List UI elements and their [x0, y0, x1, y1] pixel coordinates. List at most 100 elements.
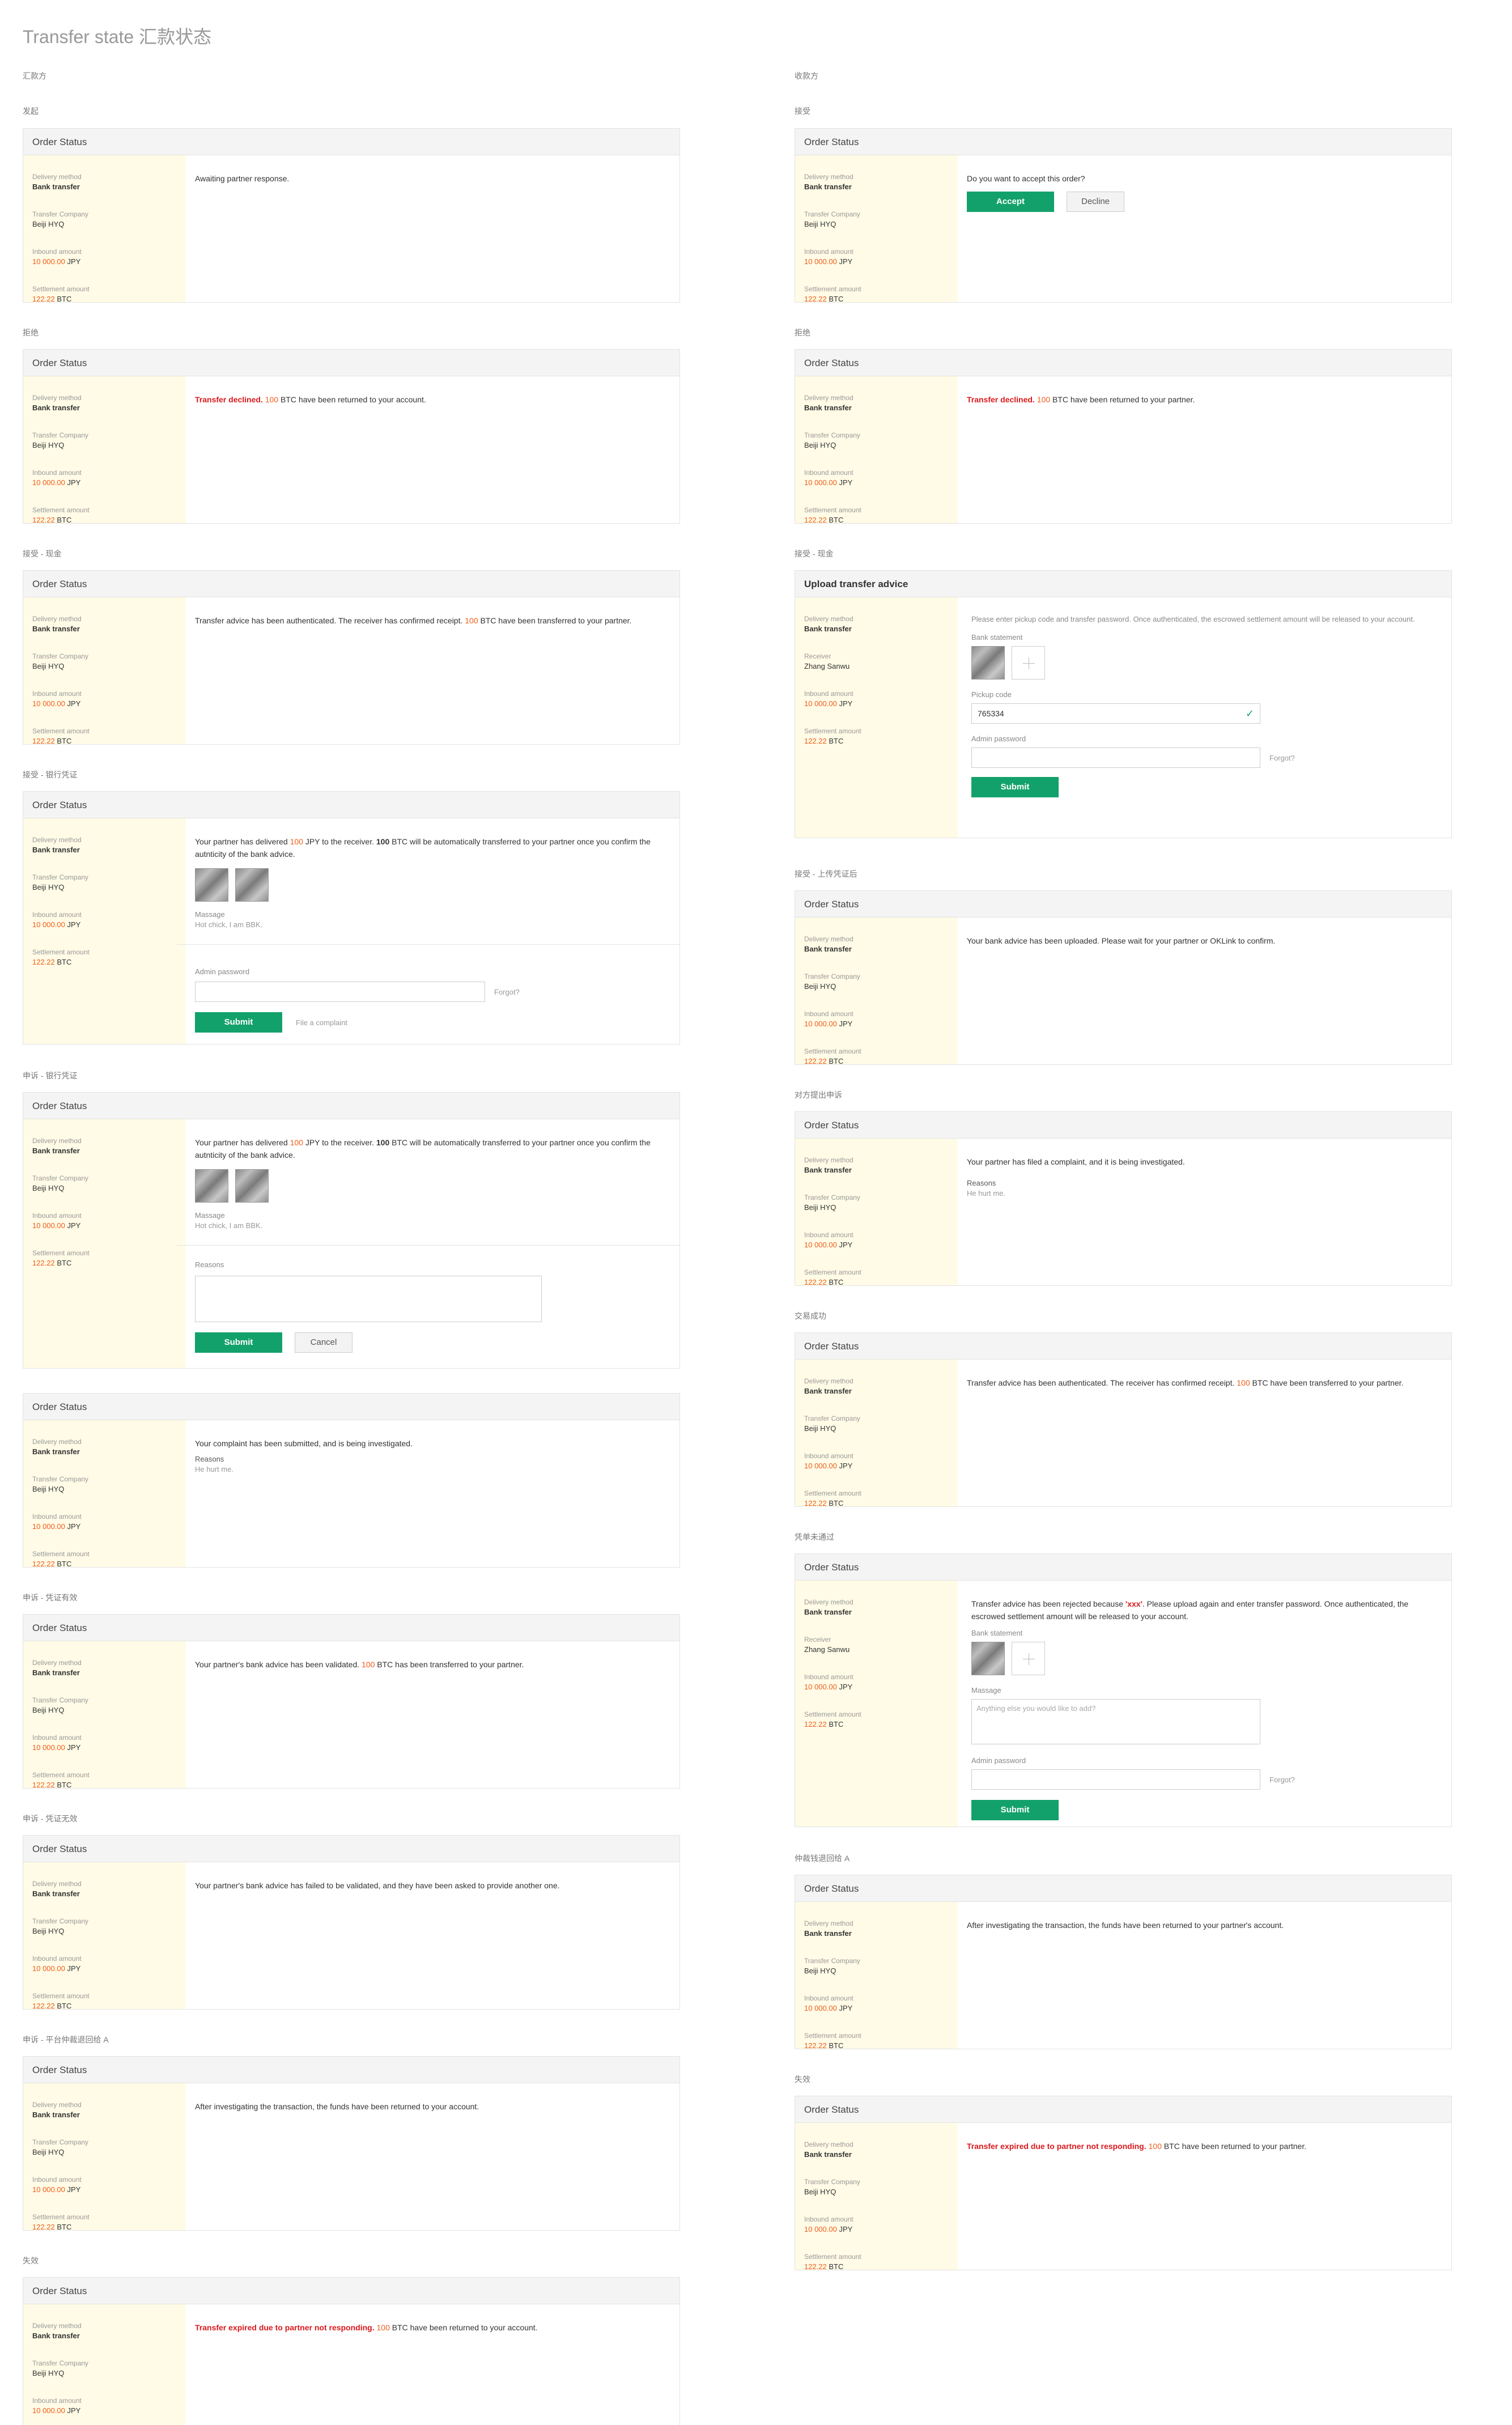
- card-title: Order Status: [23, 2057, 679, 2083]
- inbound-amount-label: Inbound amount: [32, 1955, 82, 1963]
- inbound-amount-label: Inbound amount: [804, 1010, 853, 1018]
- bank-statement-label: Bank statement: [971, 633, 1023, 642]
- inbound-currency: JPY: [839, 478, 853, 487]
- forgot-link[interactable]: Forgot?: [494, 988, 520, 996]
- inbound-amount-value: 10 000.00: [32, 2185, 65, 2194]
- order-summary: Delivery method Bank transfer Transfer Co…: [23, 818, 186, 1044]
- settlement-currency: BTC: [829, 1278, 844, 1286]
- section-label: 拒绝: [795, 328, 810, 337]
- bank-statement-image[interactable]: [971, 1642, 1005, 1675]
- settlement-amount-label: Settlement amount: [804, 1268, 861, 1276]
- order-card: Order Status Delivery method Bank transfe…: [795, 128, 1452, 303]
- order-card: Order Status Delivery method Bank transfe…: [23, 2277, 680, 2425]
- section-label: 申诉 - 银行凭证: [23, 1071, 78, 1080]
- transfer-company-value: Beiji HYQ: [32, 1485, 65, 1493]
- card-title: Order Status: [795, 1554, 1451, 1581]
- card-title: Upload transfer advice: [795, 571, 1451, 597]
- inbound-amount-value: 10 000.00: [804, 478, 837, 487]
- delivery-method-value: Bank transfer: [804, 2150, 852, 2159]
- inbound-amount-value: 10 000.00: [804, 2225, 837, 2233]
- order-summary: Delivery method Bank transfer Transfer Co…: [23, 1119, 186, 1368]
- inbound-amount-value: 10 000.00: [32, 920, 65, 929]
- card-title: Order Status: [23, 350, 679, 376]
- order-card: Order Status Delivery method Bank transfe…: [795, 1332, 1452, 1507]
- section-label: 申诉 - 凭证有效: [23, 1593, 78, 1602]
- order-summary: Delivery method Bank transfer Transfer Co…: [795, 376, 958, 524]
- admin-password-input[interactable]: [195, 982, 485, 1002]
- submit-button[interactable]: Submit: [195, 1332, 282, 1353]
- admin-password-input[interactable]: [971, 1769, 1260, 1790]
- bank-statement-image[interactable]: [971, 646, 1005, 679]
- inbound-amount-value: 10 000.00: [804, 1683, 837, 1691]
- order-card: Order Status Delivery method Bank transfe…: [23, 1835, 680, 2010]
- bank-advice-image[interactable]: [195, 868, 228, 902]
- card-title: Order Status: [23, 1615, 679, 1641]
- upload-card: Upload transfer advice Delivery method Ba…: [795, 570, 1452, 838]
- cancel-button[interactable]: Cancel: [295, 1332, 352, 1353]
- delivery-method-label: Delivery method: [32, 1659, 82, 1667]
- inbound-amount-label: Inbound amount: [804, 1673, 853, 1681]
- admin-password-input[interactable]: [971, 748, 1260, 768]
- order-card: Order Status Delivery method Bank transfe…: [795, 1111, 1452, 1286]
- bank-advice-image[interactable]: [235, 1169, 269, 1203]
- transfer-company-value: Beiji HYQ: [32, 2148, 65, 2156]
- divider: [177, 1245, 679, 1246]
- order-summary: Delivery method Bank transfer Transfer Co…: [23, 376, 186, 524]
- settlement-amount-label: Settlement amount: [804, 2253, 861, 2261]
- inbound-currency: JPY: [67, 478, 81, 487]
- reasons-label: Reasons: [967, 1179, 996, 1187]
- bank-advice-image[interactable]: [235, 868, 269, 902]
- decline-button[interactable]: Decline: [1067, 192, 1124, 212]
- transfer-company-label: Transfer Company: [32, 2359, 88, 2367]
- settlement-amount-value: 122.22: [32, 516, 55, 524]
- delivery-method-label: Delivery method: [804, 2141, 853, 2148]
- forgot-link[interactable]: Forgot?: [1269, 1776, 1295, 1784]
- transfer-company-value: Beiji HYQ: [32, 662, 65, 670]
- bank-advice-image[interactable]: [195, 1169, 228, 1203]
- submit-button[interactable]: Submit: [971, 777, 1059, 797]
- submit-button[interactable]: Submit: [971, 1800, 1059, 1820]
- order-summary: Delivery method Bank transfer Receiver Zha…: [795, 1581, 958, 1827]
- delivery-method-value: Bank transfer: [32, 404, 80, 412]
- receiver-label: Receiver: [804, 1636, 831, 1643]
- inbound-amount-value: 10 000.00: [32, 257, 65, 266]
- order-card: Order Status Delivery method Bank transfe…: [23, 1614, 680, 1789]
- inbound-amount-value: 10 000.00: [804, 257, 837, 266]
- delivery-method-value: Bank transfer: [804, 182, 852, 191]
- massage-value: Hot chick, I am BBK.: [195, 1221, 263, 1230]
- settlement-amount-value: 122.22: [32, 737, 55, 745]
- message-label: Massage: [971, 1686, 1001, 1694]
- settlement-amount-label: Settlement amount: [32, 727, 90, 735]
- reasons-textarea[interactable]: [195, 1276, 542, 1322]
- transfer-company-label: Transfer Company: [804, 431, 860, 439]
- file-complaint-link[interactable]: File a complaint: [296, 1018, 347, 1027]
- status-message: Your partner has filed a complaint, and …: [967, 1157, 1185, 1166]
- message-textarea[interactable]: Anything else you would like to add?: [971, 1699, 1260, 1744]
- settlement-amount-value: 122.22: [804, 2041, 827, 2050]
- order-card: Order Status Delivery method Bank transfe…: [23, 791, 680, 1044]
- order-summary: Delivery method Bank transfer Transfer Co…: [795, 918, 958, 1065]
- submit-button[interactable]: Submit: [195, 1012, 282, 1033]
- pickup-code-input[interactable]: 765334 ✓: [971, 703, 1260, 724]
- inbound-currency: JPY: [839, 257, 853, 266]
- inbound-currency: JPY: [67, 699, 81, 708]
- delivery-method-value: Bank transfer: [32, 1146, 80, 1155]
- transfer-company-value: Beiji HYQ: [804, 2188, 836, 2196]
- card-title: Order Status: [795, 129, 1451, 155]
- settlement-currency: BTC: [57, 2223, 72, 2231]
- order-summary: Delivery method Bank transfer Transfer Co…: [23, 1862, 186, 2010]
- delivery-method-value: Bank transfer: [804, 945, 852, 953]
- delivery-method-value: Bank transfer: [32, 625, 80, 633]
- accept-button[interactable]: Accept: [967, 192, 1054, 212]
- forgot-link[interactable]: Forgot?: [1269, 754, 1295, 762]
- transfer-company-label: Transfer Company: [804, 1194, 860, 1201]
- add-image-icon[interactable]: [1012, 1642, 1045, 1675]
- inbound-amount-value: 10 000.00: [32, 1743, 65, 1752]
- inbound-amount-label: Inbound amount: [804, 469, 853, 477]
- add-image-icon[interactable]: [1012, 646, 1045, 679]
- settlement-currency: BTC: [57, 516, 72, 524]
- section-label: 失效: [795, 2075, 810, 2084]
- status-message: After investigating the transaction, the…: [967, 1921, 1284, 1930]
- inbound-currency: JPY: [67, 2406, 81, 2415]
- delivery-method-value: Bank transfer: [32, 1668, 80, 1677]
